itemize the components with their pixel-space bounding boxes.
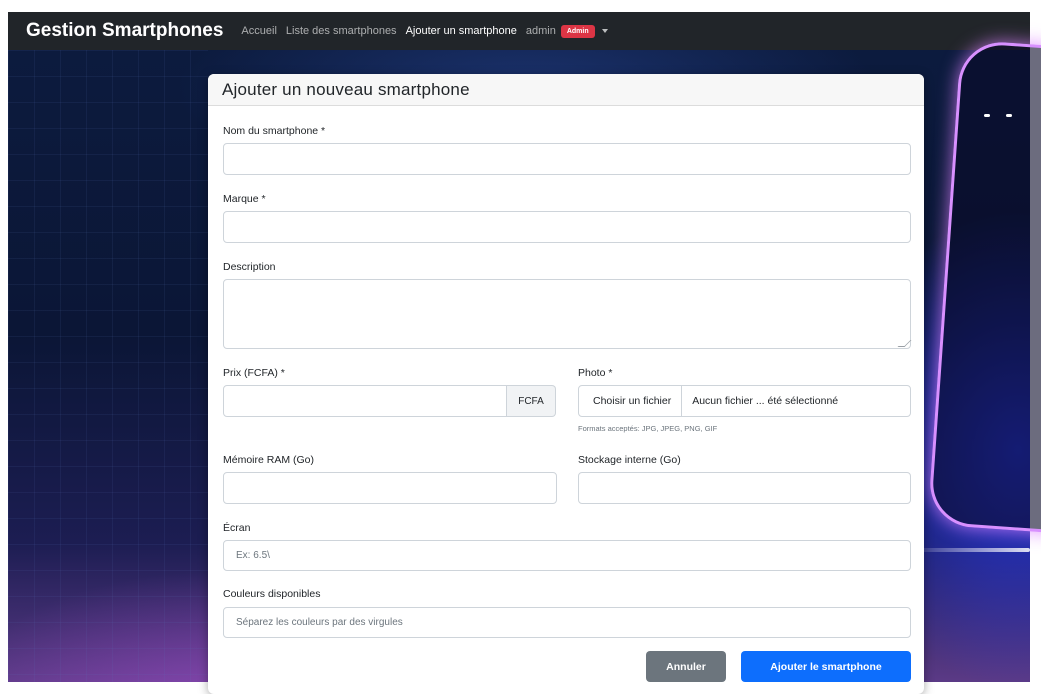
add-smartphone-card: Ajouter un nouveau smartphone Nom du sma… — [208, 74, 924, 694]
cancel-button[interactable]: Annuler — [646, 651, 726, 682]
photo-label: Photo * — [578, 367, 613, 379]
description-textarea[interactable] — [223, 279, 911, 349]
top-navbar: Gestion Smartphones Accueil Liste des sm… — [8, 12, 1030, 50]
price-label: Prix (FCFA) * — [223, 367, 285, 379]
description-label: Description — [223, 261, 276, 273]
brand-input[interactable] — [223, 211, 911, 243]
photo-file-input[interactable]: Choisir un fichier Aucun fichier ... été… — [578, 385, 911, 417]
colors-input[interactable] — [223, 607, 911, 638]
card-title: Ajouter un nouveau smartphone — [222, 79, 470, 99]
file-name-text: Aucun fichier ... été sélectionné — [692, 395, 839, 407]
storage-input[interactable] — [578, 472, 911, 504]
price-currency-addon: FCFA — [507, 385, 556, 417]
price-input[interactable] — [223, 385, 507, 417]
submit-button[interactable]: Ajouter le smartphone — [741, 651, 911, 682]
user-dropdown[interactable]: admin Admin — [525, 24, 608, 38]
background-grid — [8, 50, 208, 682]
light-streak — [920, 548, 1030, 552]
storage-label: Stockage interne (Go) — [578, 454, 681, 466]
chevron-down-icon — [601, 29, 608, 33]
ram-input[interactable] — [223, 472, 557, 504]
photo-help-text: Formats acceptés: JPG, JPEG, PNG, GIF — [578, 424, 718, 433]
screen-input[interactable] — [223, 540, 911, 571]
nav-link-ajouter[interactable]: Ajouter un smartphone — [406, 25, 517, 37]
screen-label: Écran — [223, 522, 251, 534]
nav-link-liste[interactable]: Liste des smartphones — [286, 25, 397, 37]
choose-file-button[interactable]: Choisir un fichier — [579, 386, 683, 416]
page-frame: Gestion Smartphones Accueil Liste des sm… — [0, 0, 1041, 694]
colors-label: Couleurs disponibles — [223, 588, 321, 600]
card-header: Ajouter un nouveau smartphone — [208, 74, 924, 106]
phone-camera-dot — [1006, 114, 1012, 117]
name-input[interactable] — [223, 143, 911, 175]
user-name: admin — [525, 25, 556, 37]
nav-link-accueil[interactable]: Accueil — [241, 25, 276, 37]
role-badge: Admin — [560, 24, 595, 38]
name-label: Nom du smartphone * — [223, 125, 326, 137]
phone-camera-dot — [984, 114, 990, 117]
brand-label: Marque * — [223, 193, 266, 205]
ram-label: Mémoire RAM (Go) — [223, 454, 315, 466]
brand-title[interactable]: Gestion Smartphones — [26, 20, 223, 42]
